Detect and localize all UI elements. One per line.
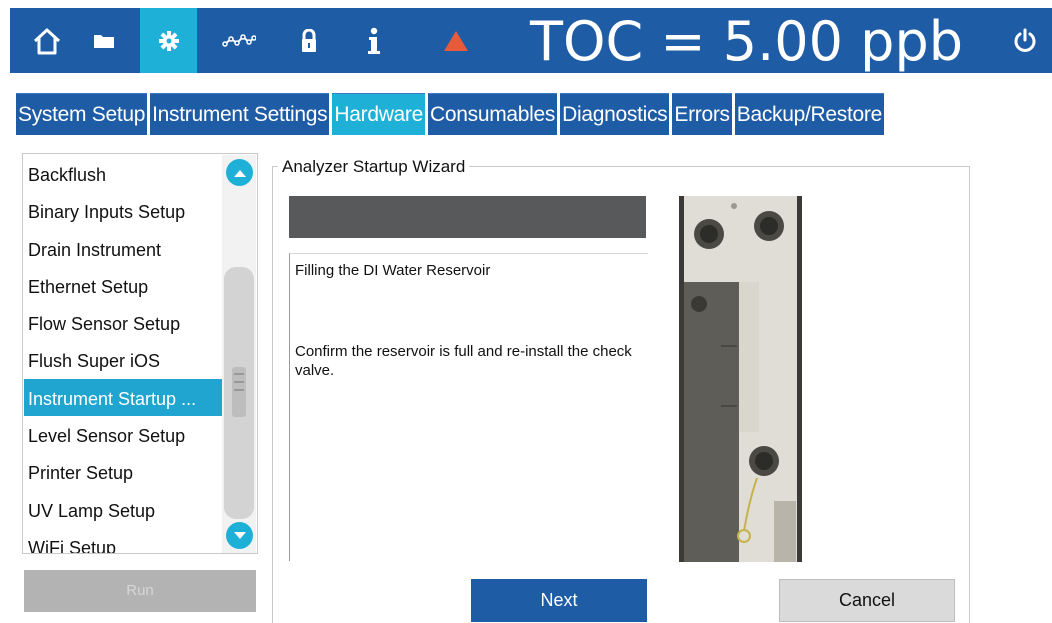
list-item-instrument-startup[interactable]: Instrument Startup ... — [24, 378, 222, 417]
tab-instrument-settings[interactable]: Instrument Settings — [150, 93, 330, 135]
list-item-flow-sensor-setup[interactable]: Flow Sensor Setup — [24, 304, 222, 341]
cancel-button[interactable]: Cancel — [779, 579, 955, 622]
instrument-photo — [679, 196, 802, 562]
hardware-list: Backflush Binary Inputs Setup Drain Inst… — [24, 155, 222, 553]
scroll-up-button[interactable] — [226, 159, 253, 186]
tab-backup-restore[interactable]: Backup/Restore — [734, 93, 884, 135]
toc-readout: TOC = 5.00 ppb — [530, 10, 964, 73]
list-item-ethernet-setup[interactable]: Ethernet Setup — [24, 267, 222, 304]
tab-diagnostics[interactable]: Diagnostics — [560, 93, 670, 135]
list-item-flush-super-ios[interactable]: Flush Super iOS — [24, 341, 222, 378]
run-button[interactable]: Run — [24, 570, 256, 612]
wizard-instructions: Filling the DI Water Reservoir Confirm t… — [289, 253, 648, 561]
gear-icon[interactable] — [140, 8, 197, 73]
tab-system-setup[interactable]: System Setup — [16, 93, 148, 135]
top-bar: TOC = 5.00 ppb — [10, 8, 1052, 73]
folder-icon[interactable] — [75, 8, 132, 73]
wizard-progress-bar — [289, 196, 646, 238]
chevron-up-icon — [233, 169, 246, 177]
tab-consumables[interactable]: Consumables — [428, 93, 558, 135]
wizard-step-title: Filling the DI Water Reservoir — [295, 262, 491, 279]
list-item-backflush[interactable]: Backflush — [24, 155, 222, 192]
home-icon[interactable] — [18, 8, 75, 73]
wizard-title: Analyzer Startup Wizard — [278, 156, 470, 178]
list-item-binary-inputs-setup[interactable]: Binary Inputs Setup — [24, 192, 222, 229]
next-button[interactable]: Next — [471, 579, 647, 622]
lock-icon[interactable] — [280, 8, 337, 73]
tab-bar: System Setup Instrument Settings Hardwar… — [16, 93, 887, 135]
power-icon[interactable] — [1000, 8, 1050, 73]
scroll-down-button[interactable] — [226, 522, 253, 549]
tab-errors[interactable]: Errors — [672, 93, 732, 135]
list-item-wifi-setup[interactable]: WiFi Setup — [24, 528, 222, 553]
tab-hardware[interactable]: Hardware — [332, 93, 426, 135]
wizard-step-instruction: Confirm the reservoir is full and re-ins… — [295, 343, 632, 379]
scroll-thumb[interactable] — [232, 367, 246, 417]
list-item-uv-lamp-setup[interactable]: UV Lamp Setup — [24, 491, 222, 528]
list-scrollbar[interactable] — [222, 155, 256, 553]
chevron-down-icon — [233, 531, 246, 539]
trend-icon[interactable] — [210, 8, 267, 73]
list-item-level-sensor-setup[interactable]: Level Sensor Setup — [24, 416, 222, 453]
list-item-printer-setup[interactable]: Printer Setup — [24, 453, 222, 490]
list-item-drain-instrument[interactable]: Drain Instrument — [24, 230, 222, 267]
alarm-triangle-icon[interactable] — [427, 8, 484, 73]
info-icon[interactable] — [345, 8, 402, 73]
